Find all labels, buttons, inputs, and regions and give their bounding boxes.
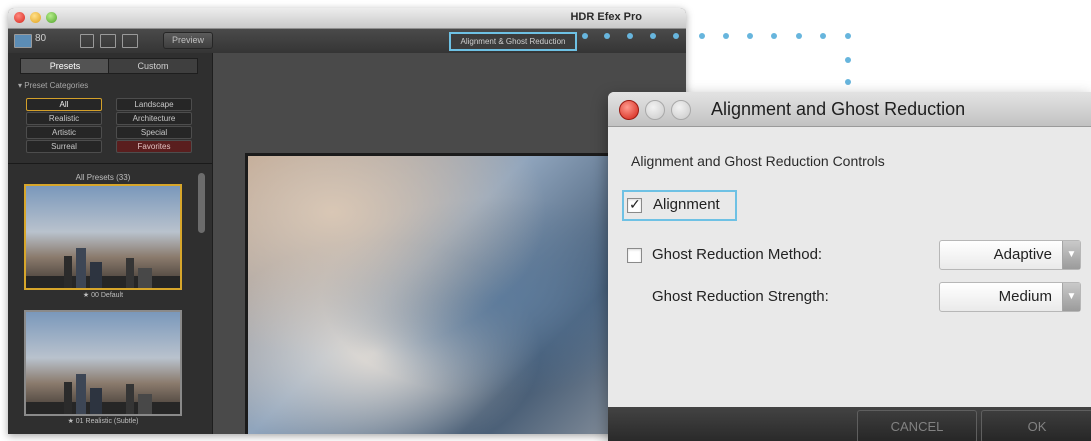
preset-list-scrollbar[interactable]: [198, 173, 205, 233]
dialog-zoom-button[interactable]: [671, 100, 691, 120]
dialog-minimize-button[interactable]: [645, 100, 665, 120]
connector-dot: [604, 33, 610, 39]
connector-dot: [845, 57, 851, 63]
skyline-thumbnail-image: [26, 374, 180, 414]
dialog-footer: CANCEL OK: [608, 407, 1091, 441]
connector-dot: [673, 33, 679, 39]
connector-dot: [627, 33, 633, 39]
sidebar-tabs: Presets Custom: [20, 58, 198, 74]
connector-dot: [723, 33, 729, 39]
preset-label-default: ★ 00 Default: [82, 292, 124, 299]
dropdown-arrow-icon: ▼: [1062, 283, 1080, 311]
controls-heading: Alignment and Ghost Reduction Controls: [631, 153, 885, 169]
preview-button[interactable]: Preview: [163, 32, 214, 49]
connector-dot: [796, 33, 802, 39]
single-view-icon[interactable]: [80, 34, 94, 48]
side-by-side-view-icon[interactable]: [122, 34, 138, 48]
connector-dot: [582, 33, 588, 39]
split-view-icon[interactable]: [100, 34, 116, 48]
browser-view-icon[interactable]: [14, 34, 32, 48]
category-surreal[interactable]: Surreal: [26, 140, 102, 153]
alignment-checkbox[interactable]: ✓: [627, 196, 642, 213]
alignment-label[interactable]: Alignment: [653, 196, 720, 213]
minimize-window-button[interactable]: [30, 12, 41, 23]
dialog-titlebar: Alignment and Ghost Reduction: [608, 92, 1091, 127]
ghost-method-value: Adaptive: [993, 246, 1052, 263]
tab-presets[interactable]: Presets: [20, 58, 110, 74]
category-special[interactable]: Special: [116, 126, 192, 139]
preset-thumbnail-realistic-subtle[interactable]: [24, 310, 182, 416]
preset-thumbnail-default[interactable]: [24, 184, 182, 290]
app-title: HDR Efex Pro: [570, 11, 642, 23]
connector-dot: [747, 33, 753, 39]
alignment-ghost-reduction-button[interactable]: Alignment & Ghost Reduction: [449, 32, 577, 51]
view-count: 80: [35, 33, 47, 44]
divider: [8, 163, 212, 164]
cancel-button[interactable]: CANCEL: [857, 410, 977, 441]
dropdown-arrow-icon: ▼: [1062, 241, 1080, 269]
category-architecture[interactable]: Architecture: [116, 112, 192, 125]
connector-dot: [699, 33, 705, 39]
ghost-reduction-checkbox[interactable]: [627, 248, 642, 263]
ok-button[interactable]: OK: [981, 410, 1091, 441]
preset-categories-header[interactable]: ▾ Preset Categories: [18, 81, 88, 90]
alignment-ghost-reduction-dialog: Alignment and Ghost Reduction Alignment …: [608, 92, 1091, 441]
category-realistic[interactable]: Realistic: [26, 112, 102, 125]
zoom-window-button[interactable]: [46, 12, 57, 23]
preset-label-realistic-subtle: ★ 01 Realistic (Subtle): [67, 418, 139, 425]
connector-dot: [820, 33, 826, 39]
ghost-method-label[interactable]: Ghost Reduction Method:: [652, 246, 822, 263]
hdr-efex-window: HDR Efex Pro 80 Preview Alignment & Ghos…: [8, 8, 686, 434]
checkmark-icon: ✓: [629, 196, 641, 212]
category-artistic[interactable]: Artistic: [26, 126, 102, 139]
ghost-strength-label: Ghost Reduction Strength:: [652, 288, 829, 305]
dialog-title: Alignment and Ghost Reduction: [711, 99, 966, 119]
category-favorites[interactable]: Favorites: [116, 140, 192, 153]
connector-dot: [650, 33, 656, 39]
category-grid: All Landscape Realistic Architecture Art…: [26, 98, 194, 158]
ghost-method-select[interactable]: Adaptive ▼: [939, 240, 1081, 270]
tab-custom[interactable]: Custom: [108, 58, 198, 74]
preset-sidebar: Presets Custom ▾ Preset Categories All L…: [8, 53, 213, 434]
ghost-strength-value: Medium: [998, 288, 1052, 305]
connector-dot: [845, 33, 851, 39]
connector-dot: [845, 79, 851, 85]
category-all[interactable]: All: [26, 98, 102, 111]
window-titlebar: HDR Efex Pro: [8, 8, 686, 29]
close-window-button[interactable]: [14, 12, 25, 23]
category-landscape[interactable]: Landscape: [116, 98, 192, 111]
connector-dot: [771, 33, 777, 39]
preset-list-title: All Presets (33): [75, 173, 131, 182]
dialog-close-button[interactable]: [619, 100, 639, 120]
ghost-strength-select[interactable]: Medium ▼: [939, 282, 1081, 312]
skyline-thumbnail-image: [26, 248, 180, 288]
